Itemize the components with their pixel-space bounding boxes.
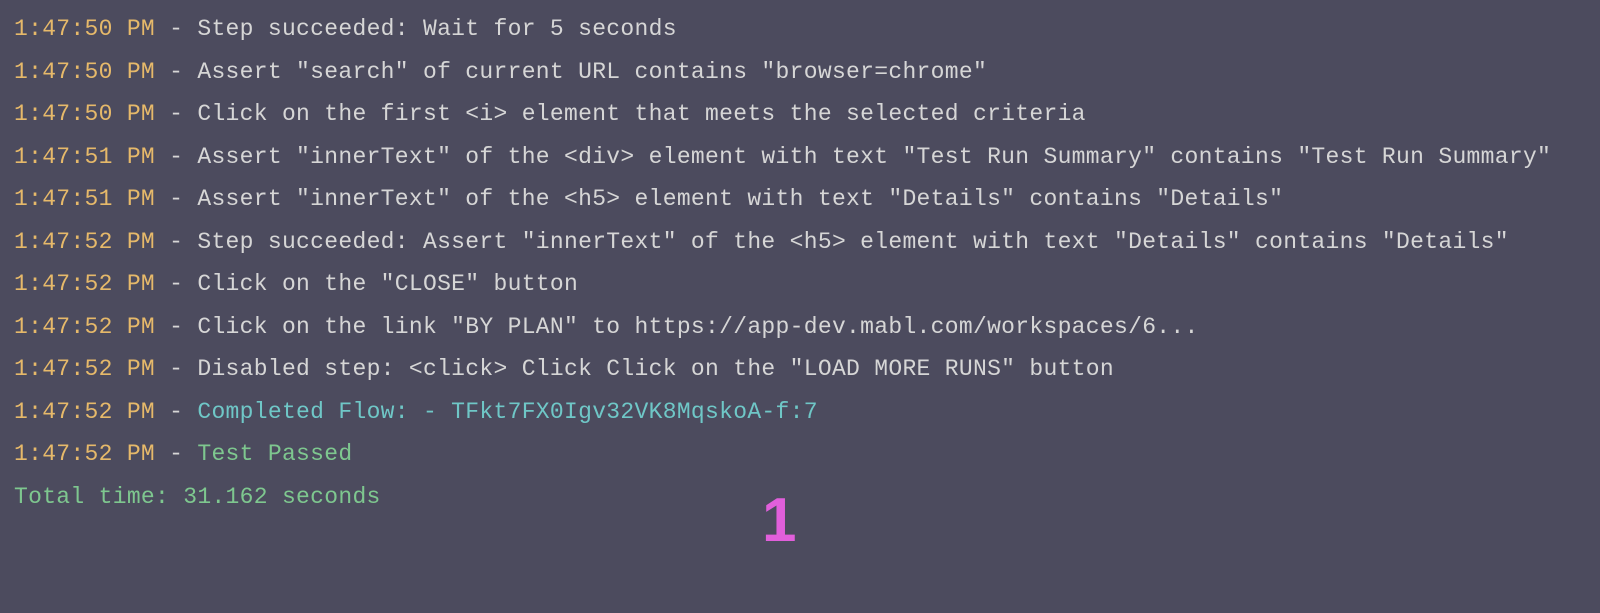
log-output: 1:47:50 PM - Step succeeded: Wait for 5 … xyxy=(14,8,1586,476)
log-message: Click on the "CLOSE" button xyxy=(197,271,578,297)
log-line: 1:47:50 PM - Assert "search" of current … xyxy=(14,51,1586,94)
log-timestamp: 1:47:51 PM xyxy=(14,144,155,170)
log-timestamp: 1:47:52 PM xyxy=(14,229,155,255)
log-timestamp: 1:47:50 PM xyxy=(14,16,155,42)
total-time: Total time: 31.162 seconds xyxy=(14,476,1586,519)
log-line: 1:47:52 PM - Click on the link "BY PLAN"… xyxy=(14,306,1586,349)
log-timestamp: 1:47:52 PM xyxy=(14,314,155,340)
log-separator: - xyxy=(155,144,197,170)
log-message: Step succeeded: Wait for 5 seconds xyxy=(197,16,676,42)
log-message: Assert "innerText" of the <div> element … xyxy=(197,144,1551,170)
log-timestamp: 1:47:52 PM xyxy=(14,271,155,297)
log-timestamp: 1:47:51 PM xyxy=(14,186,155,212)
log-line: 1:47:52 PM - Completed Flow: - TFkt7FX0I… xyxy=(14,391,1586,434)
log-message: Disabled step: <click> Click Click on th… xyxy=(197,356,1114,382)
log-separator: - xyxy=(155,399,197,425)
log-separator: - xyxy=(155,16,197,42)
log-line: 1:47:50 PM - Step succeeded: Wait for 5 … xyxy=(14,8,1586,51)
log-message: Completed Flow: - TFkt7FX0Igv32VK8MqskoA… xyxy=(197,399,818,425)
log-separator: - xyxy=(155,229,197,255)
log-line: 1:47:51 PM - Assert "innerText" of the <… xyxy=(14,178,1586,221)
log-message: Click on the first <i> element that meet… xyxy=(197,101,1085,127)
log-line: 1:47:50 PM - Click on the first <i> elem… xyxy=(14,93,1586,136)
log-separator: - xyxy=(155,59,197,85)
log-message: Assert "innerText" of the <h5> element w… xyxy=(197,186,1283,212)
log-separator: - xyxy=(155,356,197,382)
log-timestamp: 1:47:50 PM xyxy=(14,101,155,127)
log-message: Assert "search" of current URL contains … xyxy=(197,59,987,85)
log-message: Click on the link "BY PLAN" to https://a… xyxy=(197,314,1198,340)
log-timestamp: 1:47:52 PM xyxy=(14,356,155,382)
log-separator: - xyxy=(155,186,197,212)
log-timestamp: 1:47:52 PM xyxy=(14,399,155,425)
log-line: 1:47:52 PM - Test Passed xyxy=(14,433,1586,476)
log-message: Step succeeded: Assert "innerText" of th… xyxy=(197,229,1509,255)
log-line: 1:47:52 PM - Click on the "CLOSE" button xyxy=(14,263,1586,306)
log-separator: - xyxy=(155,101,197,127)
log-line: 1:47:51 PM - Assert "innerText" of the <… xyxy=(14,136,1586,179)
annotation-1: 1 xyxy=(762,490,797,552)
log-timestamp: 1:47:52 PM xyxy=(14,441,155,467)
log-message: Test Passed xyxy=(197,441,352,467)
log-separator: - xyxy=(155,314,197,340)
log-separator: - xyxy=(155,271,197,297)
log-timestamp: 1:47:50 PM xyxy=(14,59,155,85)
log-separator: - xyxy=(155,441,197,467)
log-line: 1:47:52 PM - Disabled step: <click> Clic… xyxy=(14,348,1586,391)
log-line: 1:47:52 PM - Step succeeded: Assert "inn… xyxy=(14,221,1586,264)
